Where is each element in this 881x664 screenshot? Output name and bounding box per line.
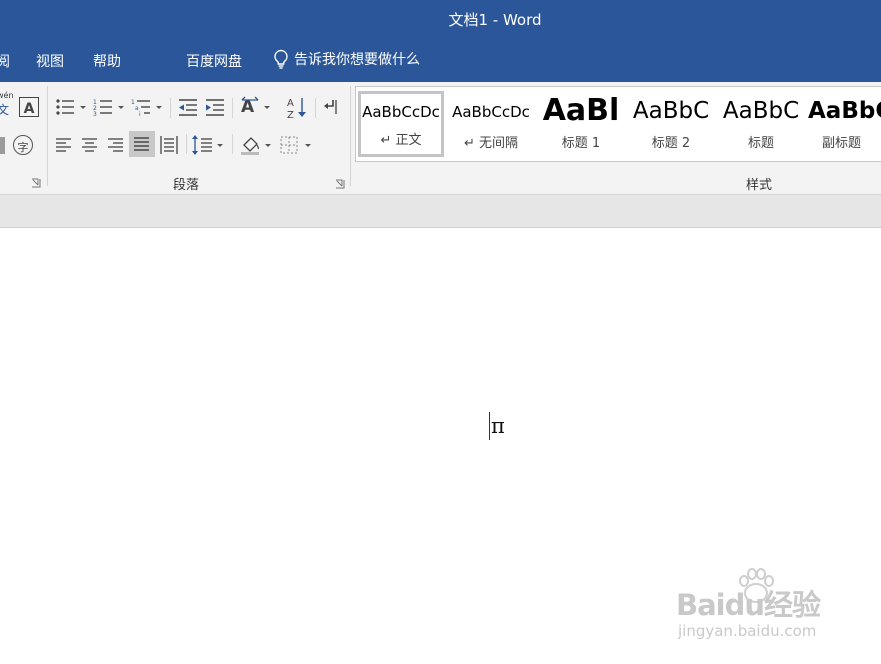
numbering-icon[interactable]: 123: [93, 98, 127, 116]
ribbon: wén 文 A 字 123 1ai A A Z 段落 AaBbCcDc ↵ 正文…: [0, 82, 881, 195]
separator: [232, 134, 233, 154]
tab-baidu-netdisk[interactable]: 百度网盘: [186, 51, 242, 71]
style-sample: AaBbC: [722, 98, 800, 124]
align-center-icon[interactable]: [82, 138, 98, 152]
separator: [232, 98, 233, 118]
multilevel-list-icon[interactable]: 1ai: [131, 98, 165, 116]
styles-gallery: AaBbCcDc ↵ 正文 AaBbCcDc ↵ 无间隔 AaBl 标题 1 A…: [355, 86, 881, 162]
svg-text:A: A: [287, 98, 294, 109]
separator: [315, 98, 316, 118]
svg-text:i: i: [139, 111, 141, 116]
svg-text:3: 3: [93, 111, 97, 116]
document-page[interactable]: π Baidu经验 jingyan.baidu.com: [0, 228, 881, 664]
font-dialog-launcher-icon[interactable]: [31, 178, 41, 188]
decrease-indent-icon[interactable]: [177, 98, 199, 116]
style-name: ↵ 无间隔: [463, 136, 519, 151]
phonetic-guide-icon[interactable]: wén 文: [0, 91, 14, 119]
increase-indent-icon[interactable]: [204, 98, 226, 116]
style-sample: AaBbC: [632, 98, 710, 124]
show-hide-marks-icon[interactable]: [321, 98, 341, 116]
paragraph-group-label: 段落: [173, 178, 200, 193]
style-subtitle[interactable]: AaBbC 副标题: [808, 91, 881, 157]
svg-text:Z: Z: [287, 110, 294, 120]
distributed-icon[interactable]: [160, 136, 178, 154]
character-border-icon[interactable]: A: [19, 97, 39, 117]
align-left-icon[interactable]: [56, 138, 72, 152]
separator: [170, 98, 171, 118]
paragraph-dialog-launcher-icon[interactable]: [335, 179, 345, 189]
style-name: 标题 2: [651, 136, 691, 151]
bullets-icon[interactable]: [55, 98, 89, 116]
sort-icon[interactable]: A Z: [287, 96, 309, 120]
borders-icon[interactable]: [280, 136, 314, 154]
baidu-watermark: Baidu经验 jingyan.baidu.com: [676, 568, 836, 648]
title-bar: 文档1 - Word: [0, 0, 881, 38]
watermark-url: jingyan.baidu.com: [678, 622, 817, 640]
style-name: 标题: [747, 136, 774, 151]
character-border-glyph: A: [23, 101, 35, 117]
style-no-spacing[interactable]: AaBbCcDc ↵ 无间隔: [448, 91, 534, 157]
style-sample: AaBbCcDc: [452, 103, 530, 121]
tell-me-text: 告诉我你想要做什么: [294, 52, 420, 68]
text-cursor: [489, 412, 490, 440]
shading-icon[interactable]: [240, 134, 274, 156]
align-right-icon[interactable]: [108, 138, 124, 152]
pinyin-small-text: wén: [0, 91, 14, 100]
tab-review[interactable]: 阅: [0, 51, 10, 71]
tab-help[interactable]: 帮助: [93, 51, 121, 71]
ribbon-tab-bar: 阅 视图 帮助 百度网盘 告诉我你想要做什么: [0, 38, 881, 82]
character-shading-icon[interactable]: [0, 137, 5, 154]
style-sample: AaBbC: [808, 98, 881, 124]
justify-button[interactable]: [129, 131, 155, 157]
style-normal[interactable]: AaBbCcDc ↵ 正文: [358, 91, 444, 157]
styles-group-label: 样式: [746, 178, 773, 193]
ruler-strip: [0, 195, 881, 228]
window-title: 文档1 - Word: [448, 11, 542, 29]
style-name: 副标题: [822, 136, 862, 151]
separator: [186, 134, 187, 154]
style-name: 标题 1: [561, 136, 601, 151]
style-sample: AaBbCcDc: [362, 103, 440, 121]
enclose-characters-icon[interactable]: 字: [13, 135, 33, 155]
tell-me-box[interactable]: 告诉我你想要做什么: [272, 49, 420, 69]
tab-view[interactable]: 视图: [36, 51, 64, 71]
pinyin-glyph: 文: [0, 103, 10, 117]
style-heading-2[interactable]: AaBbC 标题 2: [628, 91, 714, 157]
style-heading-1[interactable]: AaBl 标题 1: [538, 91, 624, 157]
style-name: ↵ 正文: [380, 133, 422, 148]
document-text[interactable]: π: [491, 414, 505, 438]
chinese-layout-icon[interactable]: A: [240, 96, 272, 118]
enclose-glyph: 字: [17, 141, 29, 154]
watermark-brand: Baidu经验: [676, 588, 821, 622]
line-spacing-icon[interactable]: [192, 135, 226, 155]
justify-icon: [134, 137, 149, 151]
style-sample: AaBl: [542, 93, 620, 128]
group-separator: [350, 86, 351, 186]
style-title[interactable]: AaBbC 标题: [718, 91, 804, 157]
group-separator: [47, 86, 48, 186]
lightbulb-icon: [274, 49, 288, 69]
